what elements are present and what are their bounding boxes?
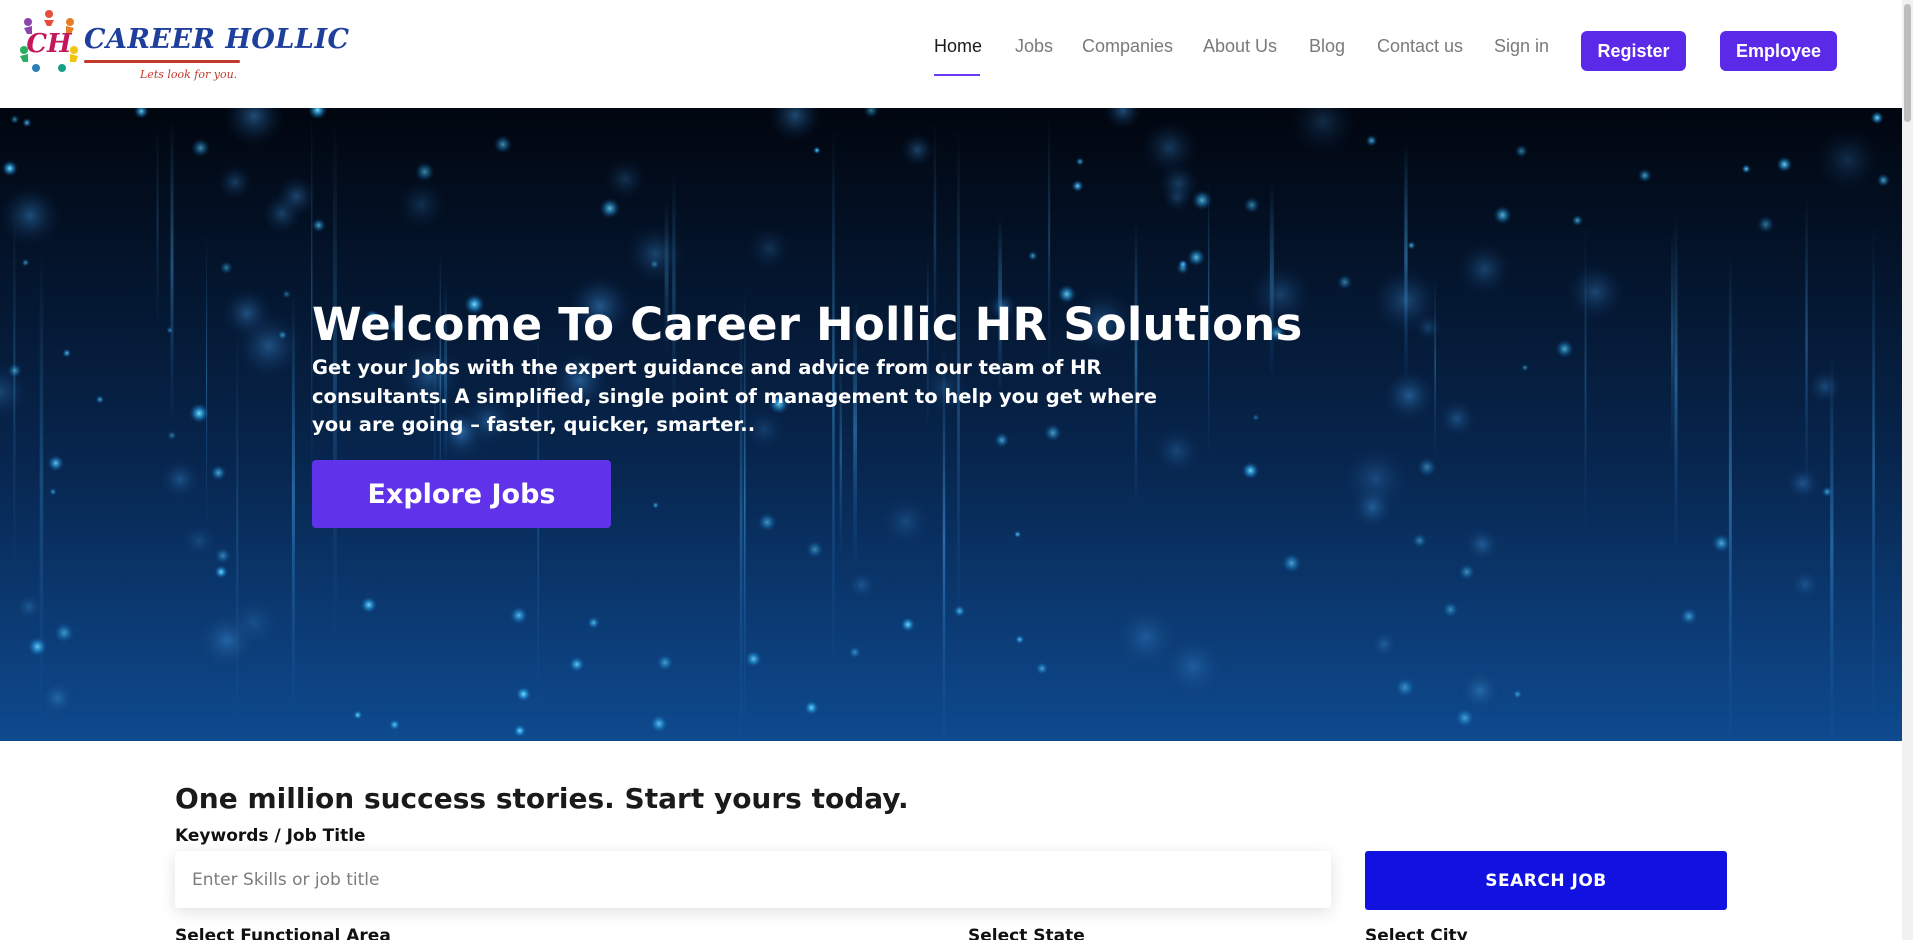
- site-header: CH CAREER HOLLIC Lets look for you. Home…: [0, 0, 1913, 108]
- nav-companies[interactable]: Companies: [1082, 36, 1173, 57]
- logo-initials: CH: [26, 29, 73, 59]
- state-label: Select State: [968, 926, 1085, 940]
- nav-about-us[interactable]: About Us: [1203, 36, 1277, 57]
- page: CH CAREER HOLLIC Lets look for you. Home…: [0, 0, 1913, 940]
- logo-icon: CH: [20, 10, 78, 72]
- nav-jobs[interactable]: Jobs: [1015, 36, 1053, 57]
- logo-text: CAREER HOLLIC: [84, 24, 350, 55]
- keywords-input[interactable]: [175, 851, 1331, 908]
- brand-logo[interactable]: CH CAREER HOLLIC Lets look for you.: [18, 4, 349, 86]
- nav-home[interactable]: Home: [934, 36, 982, 57]
- hero-title: Welcome To Career Hollic HR Solutions: [312, 298, 1303, 351]
- logo-underline: [84, 60, 240, 63]
- functional-area-label: Select Functional Area: [175, 926, 391, 940]
- keywords-label: Keywords / Job Title: [175, 826, 366, 846]
- nav-active-indicator: [934, 74, 980, 76]
- register-button[interactable]: Register: [1581, 31, 1686, 71]
- hero-subtitle: Get your Jobs with the expert guidance a…: [312, 356, 1158, 436]
- nav-sign-in[interactable]: Sign in: [1494, 36, 1549, 57]
- city-label: Select City: [1365, 926, 1468, 940]
- search-job-button[interactable]: SEARCH JOB: [1365, 851, 1727, 910]
- employee-button[interactable]: Employee: [1720, 31, 1837, 71]
- nav-blog[interactable]: Blog: [1309, 36, 1345, 57]
- search-heading: One million success stories. Start yours…: [175, 782, 909, 815]
- hero-banner: Welcome To Career Hollic HR Solutions Ge…: [0, 108, 1902, 741]
- explore-jobs-button[interactable]: Explore Jobs: [312, 460, 611, 528]
- scrollbar-thumb[interactable]: [1904, 4, 1911, 122]
- nav-contact-us[interactable]: Contact us: [1377, 36, 1463, 57]
- logo-tagline: Lets look for you.: [140, 68, 238, 81]
- page-scrollbar[interactable]: [1902, 0, 1913, 940]
